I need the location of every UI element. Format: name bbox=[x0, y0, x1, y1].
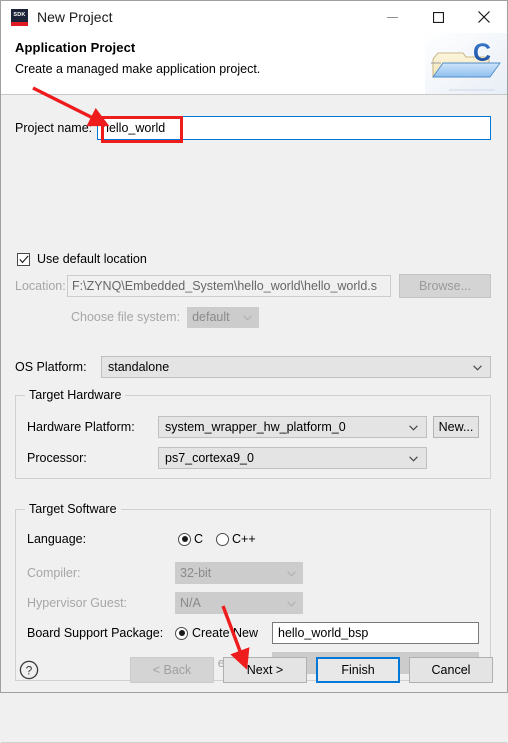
next-button[interactable]: Next > bbox=[223, 656, 307, 683]
hardware-platform-label: Hardware Platform: bbox=[27, 420, 135, 434]
language-option-cpp-label: C++ bbox=[232, 532, 256, 546]
browse-button: Browse... bbox=[399, 274, 491, 298]
choose-file-system-combo: default bbox=[187, 306, 260, 328]
choose-file-system-label: Choose file system: bbox=[71, 310, 181, 324]
target-hardware-group-title: Target Hardware bbox=[25, 388, 126, 402]
back-button: < Back bbox=[130, 656, 214, 683]
compiler-row: Compiler: 32-bit bbox=[27, 562, 479, 584]
compiler-label: Compiler: bbox=[27, 566, 81, 580]
language-row: Language: C C++ bbox=[27, 532, 479, 546]
use-default-location-checkbox[interactable] bbox=[17, 252, 30, 266]
chevron-down-icon bbox=[287, 596, 296, 610]
location-label: Location: bbox=[15, 279, 66, 293]
c-project-folder-icon: C bbox=[425, 33, 507, 94]
cancel-button[interactable]: Cancel bbox=[409, 656, 493, 683]
hardware-platform-value: system_wrapper_hw_platform_0 bbox=[165, 420, 346, 434]
chevron-down-icon bbox=[473, 360, 482, 374]
new-hardware-platform-button[interactable]: New... bbox=[433, 416, 479, 438]
location-row: Location: F:\ZYNQ\Embedded_System\hello_… bbox=[15, 274, 491, 298]
choose-file-system-row: Choose file system: default bbox=[71, 306, 260, 328]
project-name-row: Project name: bbox=[15, 116, 491, 140]
bsp-create-new-row: Board Support Package: Create New hello_… bbox=[27, 622, 479, 644]
svg-text:?: ? bbox=[26, 663, 33, 677]
chevron-down-icon bbox=[409, 451, 418, 465]
hypervisor-guest-value: N/A bbox=[180, 596, 201, 610]
processor-label: Processor: bbox=[27, 451, 87, 465]
target-software-group-title: Target Software bbox=[25, 502, 121, 516]
os-platform-row: OS Platform: standalone bbox=[15, 356, 491, 378]
processor-value: ps7_cortexa9_0 bbox=[165, 451, 254, 465]
dialog-banner: Application Project Create a managed mak… bbox=[1, 33, 507, 95]
radio-c-icon[interactable] bbox=[178, 532, 191, 546]
window-controls bbox=[369, 1, 507, 33]
use-default-location-label: Use default location bbox=[37, 252, 147, 266]
sdk-icon: SDK bbox=[11, 8, 28, 26]
os-platform-combo[interactable]: standalone bbox=[101, 356, 491, 378]
dialog-footer: ? < Back Next > Finish Cancel bbox=[1, 647, 507, 692]
footer-buttons: < Back Next > Finish Cancel bbox=[121, 656, 493, 683]
language-radio-group: C C++ bbox=[175, 532, 266, 546]
language-option-cpp[interactable]: C++ bbox=[213, 532, 256, 546]
dialog-body: Project name: Use default location Locat… bbox=[1, 95, 507, 743]
title-bar: SDK New Project bbox=[1, 1, 507, 33]
chevron-down-icon bbox=[287, 566, 296, 580]
maximize-button[interactable] bbox=[415, 1, 461, 33]
radio-create-new-icon[interactable] bbox=[175, 626, 188, 640]
close-button[interactable] bbox=[461, 1, 507, 33]
language-label: Language: bbox=[27, 532, 87, 546]
language-option-c-label: C bbox=[194, 532, 204, 546]
target-hardware-group: Target Hardware Hardware Platform: syste… bbox=[15, 388, 491, 479]
bsp-label: Board Support Package: bbox=[27, 626, 164, 640]
compiler-combo: 32-bit bbox=[175, 562, 303, 584]
use-default-location-row[interactable]: Use default location bbox=[17, 250, 147, 268]
choose-file-system-value: default bbox=[192, 310, 230, 324]
project-name-input[interactable] bbox=[97, 116, 491, 140]
hardware-platform-combo[interactable]: system_wrapper_hw_platform_0 bbox=[158, 416, 427, 438]
hardware-platform-row: Hardware Platform: system_wrapper_hw_pla… bbox=[27, 416, 479, 438]
radio-cpp-icon[interactable] bbox=[216, 532, 230, 546]
processor-row: Processor: ps7_cortexa9_0 bbox=[27, 447, 479, 469]
compiler-value: 32-bit bbox=[180, 566, 212, 580]
chevron-down-icon bbox=[243, 310, 252, 324]
hypervisor-guest-label: Hypervisor Guest: bbox=[27, 596, 128, 610]
processor-combo[interactable]: ps7_cortexa9_0 bbox=[158, 447, 427, 469]
bsp-create-new-label: Create New bbox=[192, 626, 258, 640]
location-input: F:\ZYNQ\Embedded_System\hello_world\hell… bbox=[67, 275, 391, 297]
new-project-dialog: SDK New Project Application Project Crea… bbox=[0, 0, 508, 743]
window-title: New Project bbox=[37, 9, 113, 25]
os-platform-value: standalone bbox=[108, 360, 170, 374]
chevron-down-icon bbox=[409, 420, 418, 434]
help-icon[interactable]: ? bbox=[19, 660, 39, 680]
finish-button[interactable]: Finish bbox=[316, 656, 400, 683]
project-name-label: Project name: bbox=[15, 121, 93, 135]
bsp-create-new-option[interactable]: Create New bbox=[175, 626, 272, 640]
bsp-name-input[interactable]: hello_world_bsp bbox=[272, 622, 479, 644]
language-option-c[interactable]: C bbox=[175, 532, 203, 546]
os-platform-label: OS Platform: bbox=[15, 360, 87, 374]
hypervisor-guest-row: Hypervisor Guest: N/A bbox=[27, 592, 479, 614]
minimize-button[interactable] bbox=[369, 1, 415, 33]
hypervisor-guest-combo: N/A bbox=[175, 592, 303, 614]
sdk-icon-label: SDK bbox=[13, 11, 26, 18]
